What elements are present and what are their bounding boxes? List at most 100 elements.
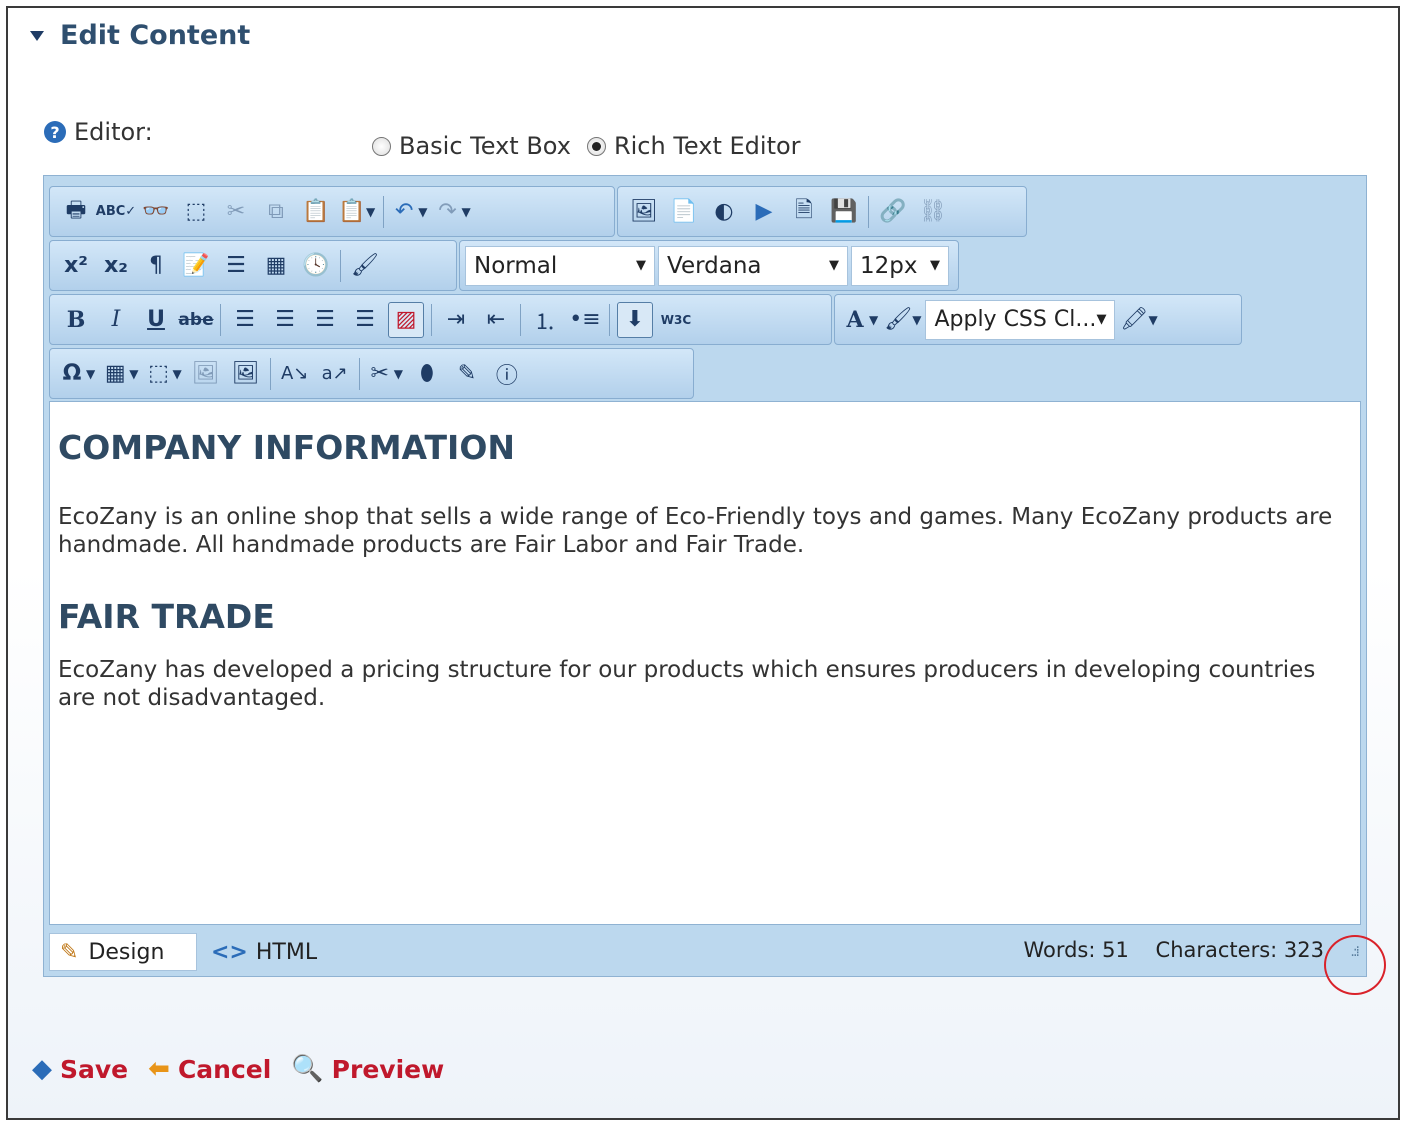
italic-button[interactable]: I xyxy=(99,303,133,337)
snippet-dropdown-icon[interactable]: ▼ xyxy=(172,367,181,381)
font-name-value: Verdana xyxy=(667,252,762,279)
bulleted-list-icon[interactable]: •≡ xyxy=(568,303,602,337)
numbered-list-icon[interactable]: ⒈ xyxy=(528,303,562,337)
find-replace-icon[interactable]: 👓 xyxy=(139,195,173,229)
template-manager-icon[interactable]: 🗎 xyxy=(787,195,821,229)
module-manager-icon[interactable]: ⬇ xyxy=(617,301,653,338)
outdent-icon[interactable]: ⇤ xyxy=(479,303,513,337)
html-tab-label: HTML xyxy=(255,939,318,965)
save-button[interactable]: ◆ Save xyxy=(32,1054,128,1084)
html-mode-tab[interactable]: <> HTML xyxy=(211,940,317,965)
format-code-block-icon[interactable]: 🖌 xyxy=(348,249,382,283)
separator xyxy=(220,303,221,336)
image-map-icon[interactable]: 🖼 xyxy=(189,357,223,391)
format-brush-dropdown-icon[interactable]: ▼ xyxy=(1148,313,1157,327)
font-size-dropdown[interactable]: 12px ▼ xyxy=(851,245,949,286)
about-dialog-icon[interactable]: ⓘ xyxy=(490,357,524,391)
select-all-icon[interactable]: ⬚ xyxy=(179,195,213,229)
paragraph-format-value: Normal xyxy=(474,252,558,279)
flash-manager-icon[interactable]: ◐ xyxy=(707,195,741,229)
image-properties-icon[interactable]: 🖼 xyxy=(229,357,263,391)
font-name-dropdown[interactable]: Verdana ▼ xyxy=(658,245,848,286)
align-center-icon[interactable]: ☰ xyxy=(268,303,302,337)
cancel-button[interactable]: ⬅ Cancel xyxy=(148,1054,271,1084)
align-left-icon[interactable]: ☰ xyxy=(228,303,262,337)
xhtml-validator-icon[interactable]: W3C xyxy=(659,303,693,337)
css-class-value: Apply CSS Cl... xyxy=(934,307,1097,332)
align-right-icon[interactable]: ☰ xyxy=(308,303,342,337)
subscript-icon[interactable]: x₂ xyxy=(99,249,133,283)
font-color-icon[interactable]: A xyxy=(842,303,868,337)
underline-button[interactable]: U xyxy=(139,303,173,337)
design-tab-label: Design xyxy=(88,939,165,965)
format-stripper-icon[interactable]: 📝 xyxy=(179,249,213,283)
image-manager-icon[interactable]: 🖼 xyxy=(627,195,661,229)
paragraph-company-info: EcoZany is an online shop that sells a w… xyxy=(58,504,1333,558)
link-icon[interactable]: 🔗 xyxy=(876,195,910,229)
insert-snippet-icon[interactable]: ⬚ xyxy=(145,357,171,391)
redo-dropdown-icon[interactable]: ▼ xyxy=(461,205,470,219)
undo-icon[interactable]: ↶ xyxy=(391,195,417,229)
basic-text-box-option[interactable]: Basic Text Box xyxy=(372,132,571,160)
symbols-dropdown-icon[interactable]: ▼ xyxy=(86,367,95,381)
help-icon[interactable]: ? xyxy=(44,121,66,143)
rich-text-editor-option[interactable]: Rich Text Editor xyxy=(586,132,801,160)
modules-icon[interactable]: ✂ xyxy=(367,357,393,391)
design-mode-tab[interactable]: ✎ Design xyxy=(49,933,197,971)
paragraph-format-dropdown[interactable]: Normal ▼ xyxy=(465,245,655,286)
chevron-down-icon: ▼ xyxy=(829,258,839,273)
font-color-dropdown-icon[interactable]: ▼ xyxy=(869,313,878,327)
symbols-icon[interactable]: Ω xyxy=(59,357,85,391)
paste-dropdown-icon[interactable]: ▼ xyxy=(366,205,375,219)
edit-content-panel: Edit Content ? Editor: Basic Text Box Ri… xyxy=(6,6,1400,1120)
background-color-dropdown-icon[interactable]: ▼ xyxy=(912,313,921,327)
paste-icon[interactable]: 📋 xyxy=(299,195,333,229)
highlight-circle xyxy=(1324,935,1386,995)
rich-text-editor-radio[interactable] xyxy=(586,136,606,156)
document-manager-icon[interactable]: 📄 xyxy=(667,195,701,229)
basic-text-box-radio[interactable] xyxy=(372,136,391,156)
media-manager-icon[interactable]: ▶ xyxy=(747,195,781,229)
insert-form-element-icon[interactable]: ⬮ xyxy=(410,357,444,391)
edit-properties-icon[interactable]: ✎ xyxy=(450,357,484,391)
modules-dropdown-icon[interactable]: ▼ xyxy=(394,367,403,381)
collapse-triangle-icon[interactable] xyxy=(30,30,44,41)
convert-lowercase-icon[interactable]: A↘ xyxy=(278,357,312,391)
insert-time-icon[interactable]: 🕓 xyxy=(299,249,333,283)
bold-button[interactable]: B xyxy=(59,303,93,337)
insert-date-icon[interactable]: ▦ xyxy=(259,249,293,283)
convert-uppercase-icon[interactable]: a↗ xyxy=(318,357,352,391)
css-class-dropdown[interactable]: Apply CSS Cl... ▼ xyxy=(925,299,1116,340)
strikethrough-button[interactable]: abe xyxy=(178,303,213,337)
insert-table-icon[interactable]: ▦ xyxy=(102,357,128,391)
remove-alignment-icon[interactable]: ▨ xyxy=(388,301,424,338)
save-template-icon[interactable]: 💾 xyxy=(827,195,861,229)
undo-dropdown-icon[interactable]: ▼ xyxy=(418,205,427,219)
chevron-down-icon: ▼ xyxy=(636,258,646,273)
paste-options-icon[interactable]: 📋 xyxy=(338,195,365,229)
rich-text-editor-label[interactable]: Rich Text Editor xyxy=(614,132,801,160)
copy-icon[interactable]: ⧉ xyxy=(259,195,293,229)
format-brush-icon[interactable]: 🖍 xyxy=(1121,303,1149,337)
preview-button[interactable]: 🔍 Preview xyxy=(291,1054,444,1084)
paragraph-fair-trade: EcoZany has developed a pricing structur… xyxy=(58,657,1316,711)
spellcheck-icon[interactable]: ABC✓ xyxy=(96,195,136,229)
unlink-icon[interactable]: ⛓ xyxy=(916,195,950,229)
word-character-count: Words: 51 Characters: 323 xyxy=(1023,938,1324,962)
editor-content-area[interactable]: COMPANY INFORMATION EcoZany is an online… xyxy=(49,401,1361,925)
justify-icon[interactable]: ☰ xyxy=(348,303,382,337)
background-color-icon[interactable]: 🖌 xyxy=(884,303,912,337)
redo-icon[interactable]: ↷ xyxy=(434,195,460,229)
cut-icon[interactable]: ✂ xyxy=(219,195,253,229)
paragraph-icon[interactable]: ¶ xyxy=(139,249,173,283)
table-dropdown-icon[interactable]: ▼ xyxy=(129,367,138,381)
align-left-lines-icon[interactable]: ☰ xyxy=(219,249,253,283)
font-size-value: 12px xyxy=(860,252,918,279)
section-header[interactable]: Edit Content xyxy=(30,20,250,51)
indent-icon[interactable]: ⇥ xyxy=(439,303,473,337)
heading-fair-trade: FAIR TRADE xyxy=(58,597,275,636)
print-icon[interactable]: 🖶 xyxy=(59,195,93,229)
superscript-icon[interactable]: x² xyxy=(59,249,93,283)
basic-text-box-label[interactable]: Basic Text Box xyxy=(399,132,571,160)
rich-text-editor: 🖶 ABC✓ 👓 ⬚ ✂ ⧉ 📋 📋 ▼ ↶ ▼ ↷ ▼ 🖼 📄 ◐ ▶ 🗎 💾 🔗 … xyxy=(43,175,1367,977)
